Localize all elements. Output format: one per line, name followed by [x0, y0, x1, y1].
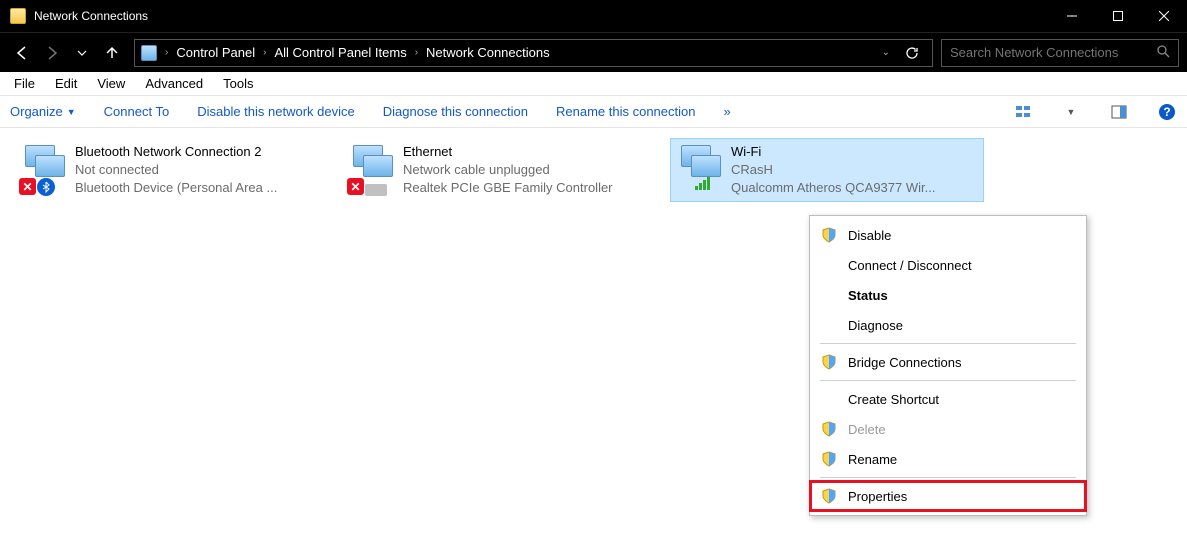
- chevron-right-icon[interactable]: ›: [161, 47, 172, 58]
- error-overlay-icon: ✕: [19, 178, 36, 195]
- shield-icon: [820, 354, 838, 370]
- chevron-down-icon: ▼: [67, 107, 76, 117]
- connection-status: CRasH: [731, 161, 979, 179]
- rename-button[interactable]: Rename this connection: [556, 104, 695, 119]
- more-commands-button[interactable]: »: [723, 104, 730, 119]
- search-box[interactable]: [941, 39, 1179, 67]
- organize-button[interactable]: Organize▼: [10, 104, 76, 119]
- ctx-bridge[interactable]: Bridge Connections: [810, 347, 1086, 377]
- breadcrumb-item[interactable]: Control Panel: [176, 45, 255, 60]
- chevron-right-icon[interactable]: ›: [259, 47, 270, 58]
- ctx-disable[interactable]: Disable: [810, 220, 1086, 250]
- ethernet-plug-icon: [365, 184, 387, 196]
- separator: [820, 477, 1076, 478]
- connection-ethernet[interactable]: ✕ Ethernet Network cable unplugged Realt…: [342, 138, 656, 202]
- search-input[interactable]: [950, 45, 1150, 60]
- preview-pane-button[interactable]: [1109, 102, 1129, 122]
- command-bar: Organize▼ Connect To Disable this networ…: [0, 96, 1187, 128]
- connection-status: Not connected: [75, 161, 323, 179]
- connection-bluetooth[interactable]: ✕ Bluetooth Network Connection 2 Not con…: [14, 138, 328, 202]
- refresh-button[interactable]: [898, 39, 926, 67]
- svg-text:?: ?: [1163, 105, 1170, 119]
- chevron-down-icon[interactable]: ⌄: [878, 47, 894, 58]
- wifi-signal-icon: [695, 177, 711, 195]
- ctx-properties[interactable]: Properties: [810, 481, 1086, 511]
- bluetooth-icon: [37, 178, 55, 196]
- ctx-status[interactable]: Status: [810, 280, 1086, 310]
- shield-icon: [820, 451, 838, 467]
- ctx-create-shortcut[interactable]: Create Shortcut: [810, 384, 1086, 414]
- chevron-down-icon[interactable]: ▼: [1061, 102, 1081, 122]
- connect-to-button[interactable]: Connect To: [104, 104, 170, 119]
- menu-tools[interactable]: Tools: [215, 74, 261, 93]
- search-icon[interactable]: [1156, 44, 1170, 61]
- context-menu: Disable Connect / Disconnect Status Diag…: [809, 215, 1087, 516]
- connection-name: Ethernet: [403, 143, 651, 161]
- connection-device: Qualcomm Atheros QCA9377 Wir...: [731, 179, 979, 197]
- network-icon: ✕: [347, 143, 395, 191]
- content-area: ✕ Bluetooth Network Connection 2 Not con…: [0, 128, 1187, 212]
- help-button[interactable]: ?: [1157, 102, 1177, 122]
- menu-edit[interactable]: Edit: [47, 74, 85, 93]
- menu-advanced[interactable]: Advanced: [137, 74, 211, 93]
- ctx-connect-disconnect[interactable]: Connect / Disconnect: [810, 250, 1086, 280]
- connection-name: Wi-Fi: [731, 143, 979, 161]
- window-title: Network Connections: [34, 9, 1049, 23]
- breadcrumb-item[interactable]: All Control Panel Items: [274, 45, 406, 60]
- breadcrumb[interactable]: › Control Panel › All Control Panel Item…: [134, 39, 933, 67]
- ctx-rename[interactable]: Rename: [810, 444, 1086, 474]
- shield-icon: [820, 227, 838, 243]
- forward-button[interactable]: [38, 39, 66, 67]
- shield-icon: [820, 421, 838, 437]
- connection-device: Realtek PCIe GBE Family Controller: [403, 179, 651, 197]
- error-overlay-icon: ✕: [347, 178, 364, 195]
- recent-dropdown[interactable]: [68, 39, 96, 67]
- window-icon: [10, 8, 26, 24]
- close-button[interactable]: [1141, 0, 1187, 32]
- connection-name: Bluetooth Network Connection 2: [75, 143, 323, 161]
- view-options-button[interactable]: [1013, 102, 1033, 122]
- shield-icon: [820, 488, 838, 504]
- separator: [820, 380, 1076, 381]
- network-icon: ✕: [19, 143, 67, 191]
- address-bar: › Control Panel › All Control Panel Item…: [0, 32, 1187, 72]
- menubar: File Edit View Advanced Tools: [0, 72, 1187, 96]
- separator: [820, 343, 1076, 344]
- network-icon: [675, 143, 723, 191]
- diagnose-button[interactable]: Diagnose this connection: [383, 104, 528, 119]
- connection-wifi[interactable]: Wi-Fi CRasH Qualcomm Atheros QCA9377 Wir…: [670, 138, 984, 202]
- ctx-delete: Delete: [810, 414, 1086, 444]
- connection-status: Network cable unplugged: [403, 161, 651, 179]
- titlebar: Network Connections: [0, 0, 1187, 32]
- disable-device-button[interactable]: Disable this network device: [197, 104, 355, 119]
- maximize-button[interactable]: [1095, 0, 1141, 32]
- chevron-right-icon[interactable]: ›: [411, 47, 422, 58]
- minimize-button[interactable]: [1049, 0, 1095, 32]
- back-button[interactable]: [8, 39, 36, 67]
- menu-view[interactable]: View: [89, 74, 133, 93]
- breadcrumb-icon: [141, 45, 157, 61]
- up-button[interactable]: [98, 39, 126, 67]
- breadcrumb-item[interactable]: Network Connections: [426, 45, 550, 60]
- connection-device: Bluetooth Device (Personal Area ...: [75, 179, 323, 197]
- menu-file[interactable]: File: [6, 74, 43, 93]
- ctx-diagnose[interactable]: Diagnose: [810, 310, 1086, 340]
